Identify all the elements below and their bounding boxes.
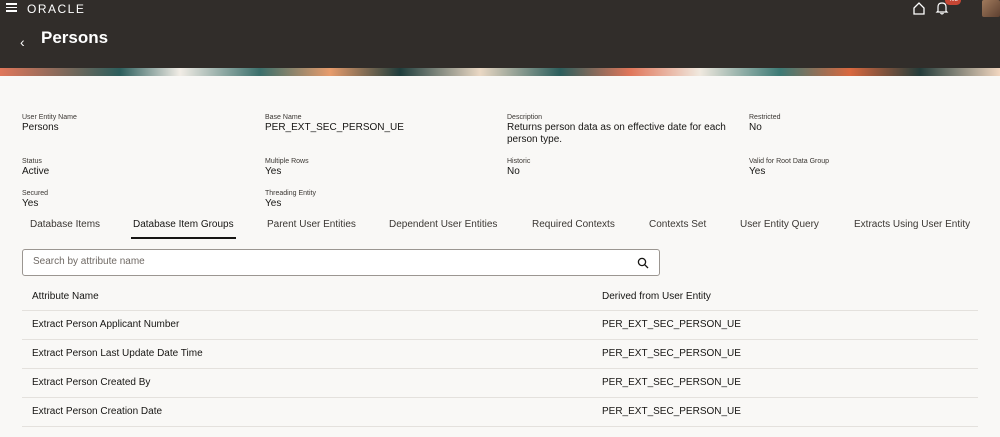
tab-user-entity-query[interactable]: User Entity Query [740, 219, 819, 230]
home-icon[interactable] [912, 1, 926, 15]
field-value: Yes [265, 166, 282, 177]
description-field: Description Returns person data as on ef… [507, 113, 737, 146]
secured-field: Secured Yes [22, 189, 48, 210]
tab-database-item-groups[interactable]: Database Item Groups [131, 219, 236, 239]
global-header: ORACLE 405 [0, 0, 1000, 17]
field-value: Persons [22, 122, 59, 133]
attribute-name-cell: Extract Person Applicant Number [32, 319, 180, 330]
decorative-banner [0, 68, 1000, 76]
field-value: Yes [22, 198, 39, 209]
attribute-name-cell: Extract Person Created By [32, 377, 151, 388]
attribute-name-cell: Extract Person Creation Date [32, 406, 163, 417]
restricted-field: Restricted No [749, 113, 781, 134]
avatar[interactable] [982, 0, 1000, 17]
table-row[interactable]: Extract Person Applicant Number PER_EXT_… [22, 311, 978, 340]
tab-database-items[interactable]: Database Items [30, 219, 100, 230]
field-value: Yes [749, 166, 766, 177]
user-entity-name-field: User Entity Name Persons [22, 113, 77, 134]
field-label: Secured [22, 190, 49, 197]
search-input[interactable] [33, 256, 623, 267]
field-value: PER_EXT_SEC_PERSON_UE [265, 122, 404, 133]
derived-from-cell: PER_EXT_SEC_PERSON_UE [602, 406, 741, 417]
chevron-left-icon[interactable]: ‹ [20, 34, 25, 50]
tab-contexts-set[interactable]: Contexts Set [649, 219, 706, 230]
valid-root-field: Valid for Root Data Group Yes [749, 157, 829, 178]
field-label: Base Name [265, 114, 302, 121]
tab-required-contexts[interactable]: Required Contexts [532, 219, 615, 230]
field-label: Threading Entity [265, 190, 316, 197]
field-value: No [749, 122, 762, 133]
details-panel: User Entity Name Persons Base Name PER_E… [0, 76, 1000, 211]
table-header: Attribute Name Derived from User Entity [22, 283, 978, 311]
tab-extracts-using-user-entity[interactable]: Extracts Using User Entity [854, 219, 970, 230]
status-field: Status Active [22, 157, 49, 178]
field-value: Yes [265, 198, 282, 209]
search-box [22, 249, 660, 276]
column-header-derived-from[interactable]: Derived from User Entity [602, 291, 711, 302]
tab-dependent-user-entities[interactable]: Dependent User Entities [389, 219, 497, 230]
table-row[interactable]: Extract Person Last Update Date Time PER… [22, 340, 978, 369]
field-label: Restricted [749, 114, 781, 121]
tab-bar: Database Items Database Item Groups Pare… [0, 219, 1000, 241]
field-label: Status [22, 158, 42, 165]
page-header: ‹ Persons [0, 17, 1000, 68]
field-label: Description [507, 114, 543, 121]
column-header-attribute-name[interactable]: Attribute Name [32, 291, 99, 302]
page-title: Persons [41, 28, 109, 47]
hamburger-icon[interactable] [6, 3, 17, 12]
field-value: Returns person data as on effective date… [507, 122, 726, 145]
search-icon[interactable] [637, 257, 649, 269]
attribute-name-cell: Extract Person Last Update Date Time [32, 348, 203, 359]
field-label: Valid for Root Data Group [749, 158, 830, 165]
base-name-field: Base Name PER_EXT_SEC_PERSON_UE [265, 113, 404, 134]
tab-parent-user-entities[interactable]: Parent User Entities [267, 219, 356, 230]
attributes-table: Attribute Name Derived from User Entity … [22, 283, 978, 427]
field-label: Multiple Rows [265, 158, 309, 165]
table-row[interactable]: Extract Person Created By PER_EXT_SEC_PE… [22, 369, 978, 398]
threading-entity-field: Threading Entity Yes [265, 189, 316, 210]
multiple-rows-field: Multiple Rows Yes [265, 157, 309, 178]
notification-badge: 405 [945, 0, 962, 5]
field-value: Active [22, 166, 50, 177]
derived-from-cell: PER_EXT_SEC_PERSON_UE [602, 348, 741, 359]
field-label: User Entity Name [22, 114, 77, 121]
oracle-logo[interactable]: ORACLE [27, 2, 85, 16]
historic-field: Historic No [507, 157, 530, 178]
table-row[interactable]: Extract Person Creation Date PER_EXT_SEC… [22, 398, 978, 427]
derived-from-cell: PER_EXT_SEC_PERSON_UE [602, 377, 741, 388]
field-value: No [507, 166, 520, 177]
field-label: Historic [507, 158, 531, 165]
derived-from-cell: PER_EXT_SEC_PERSON_UE [602, 319, 741, 330]
